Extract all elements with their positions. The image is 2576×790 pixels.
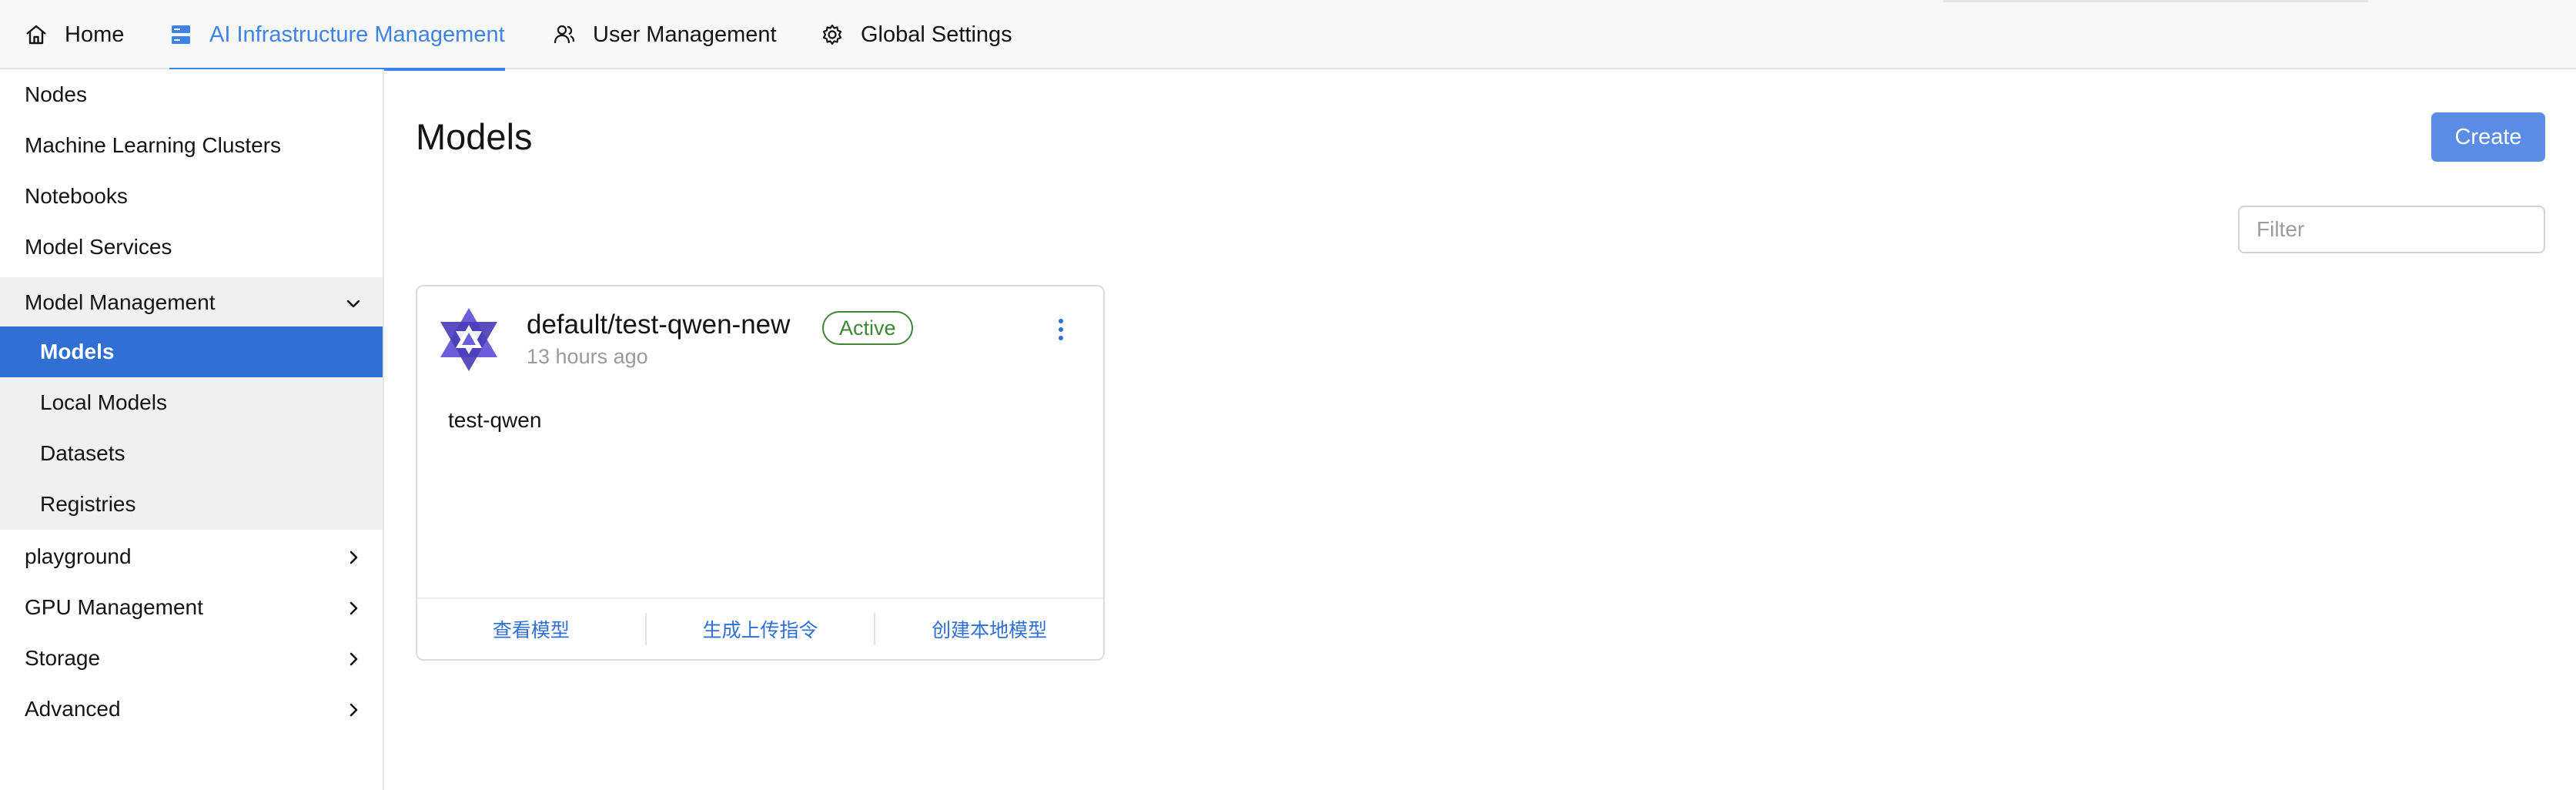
sidebar-group-advanced[interactable]: Advanced	[0, 684, 383, 735]
sidebar-item-registries[interactable]: Registries	[0, 479, 383, 530]
sidebar-group-label: Model Management	[25, 290, 216, 314]
tab-user-management-label: User Management	[593, 22, 777, 47]
chevron-right-icon	[344, 700, 363, 718]
sidebar-item-label: Notebooks	[25, 184, 128, 208]
sidebar-item-label: Models	[40, 340, 115, 363]
generate-upload-command-link[interactable]: 生成上传指令	[647, 615, 875, 643]
sidebar-item-notebooks[interactable]: Notebooks	[0, 171, 383, 222]
tab-user-management[interactable]: User Management	[553, 0, 777, 69]
gear-icon	[821, 23, 844, 46]
kebab-menu-icon[interactable]	[1047, 314, 1075, 345]
sidebar-item-label: Model Services	[25, 235, 172, 259]
sidebar-item-nodes[interactable]: Nodes	[0, 69, 383, 120]
sidebar-item-local-models[interactable]: Local Models	[0, 377, 383, 428]
sidebar-item-model-services[interactable]: Model Services	[0, 222, 383, 273]
sidebar: Nodes Machine Learning Clusters Notebook…	[0, 69, 384, 790]
tab-ai-infrastructure-label: AI Infrastructure Management	[209, 22, 505, 47]
status-badge: Active	[822, 311, 913, 345]
sidebar-item-label: Nodes	[25, 82, 87, 106]
model-timestamp: 13 hours ago	[527, 345, 648, 368]
view-model-link[interactable]: 查看模型	[417, 615, 645, 643]
create-button[interactable]: Create	[2431, 112, 2545, 162]
qwen-logo-icon	[436, 305, 502, 374]
chevron-right-icon	[344, 598, 363, 617]
sidebar-group-label: Advanced	[25, 697, 121, 721]
tab-ai-infrastructure-management[interactable]: AI Infrastructure Management	[169, 0, 505, 71]
chevron-right-icon	[344, 649, 363, 668]
create-local-model-link[interactable]: 创建本地模型	[875, 615, 1103, 643]
server-icon	[169, 23, 192, 46]
tab-global-settings-label: Global Settings	[861, 22, 1012, 47]
sidebar-group-model-management[interactable]: Model Management	[0, 277, 383, 328]
sidebar-group-label: GPU Management	[25, 595, 203, 619]
sidebar-group-storage[interactable]: Storage	[0, 633, 383, 684]
tab-home[interactable]: Home	[25, 0, 124, 69]
sidebar-item-label: Registries	[40, 492, 136, 516]
card-actions: 查看模型 生成上传指令 创建本地模型	[417, 598, 1103, 659]
sidebar-item-machine-learning-clusters[interactable]: Machine Learning Clusters	[0, 120, 383, 171]
chevron-down-icon	[344, 293, 363, 312]
top-navigation: Home AI Infrastructure Management User M…	[0, 0, 2576, 71]
sidebar-group-label: Storage	[25, 646, 101, 670]
model-description: test-qwen	[448, 408, 542, 432]
page-title: Models	[416, 116, 533, 157]
tab-global-settings[interactable]: Global Settings	[821, 0, 1012, 69]
filter-input[interactable]	[2238, 206, 2545, 253]
top-strip	[1943, 0, 2368, 2]
sidebar-item-label: Machine Learning Clusters	[25, 133, 282, 157]
tab-home-label: Home	[65, 22, 125, 47]
sidebar-item-models[interactable]: Models	[0, 326, 383, 377]
model-name[interactable]: default/test-qwen-new	[527, 310, 790, 340]
home-icon	[25, 23, 48, 46]
sidebar-item-datasets[interactable]: Datasets	[0, 428, 383, 479]
chevron-right-icon	[344, 547, 363, 566]
model-card: default/test-qwen-new Active 13 hours ag…	[416, 285, 1105, 661]
sidebar-item-label: Datasets	[40, 441, 125, 465]
users-icon	[553, 23, 576, 46]
sidebar-group-gpu-management[interactable]: GPU Management	[0, 582, 383, 633]
sidebar-item-label: Local Models	[40, 390, 167, 414]
sidebar-group-playground[interactable]: playground	[0, 531, 383, 582]
sidebar-group-label: playground	[25, 544, 132, 568]
